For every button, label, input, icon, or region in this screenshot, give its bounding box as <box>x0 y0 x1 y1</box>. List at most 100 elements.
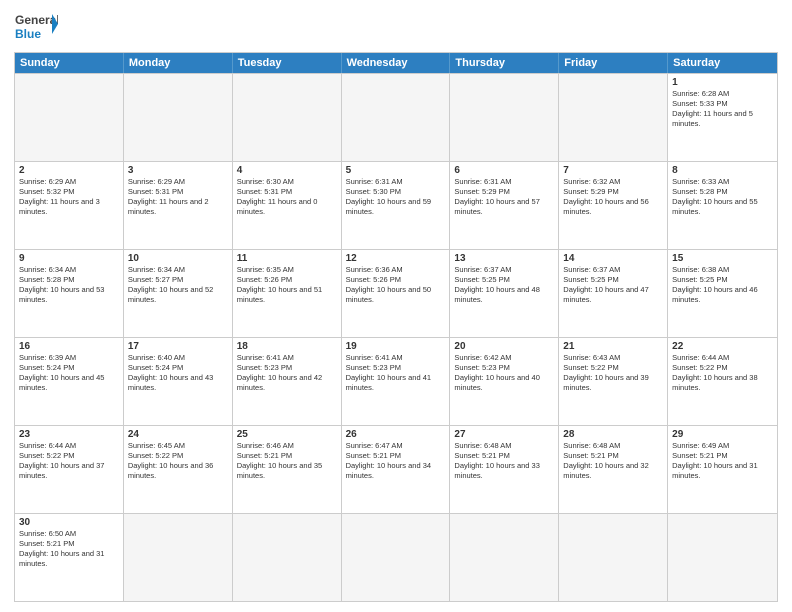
logo-graphic: General Blue <box>14 10 58 46</box>
calendar-cell <box>450 74 559 161</box>
cell-sun-info: Sunrise: 6:29 AMSunset: 5:31 PMDaylight:… <box>128 177 228 218</box>
calendar-cell: 11Sunrise: 6:35 AMSunset: 5:26 PMDayligh… <box>233 250 342 337</box>
cell-sun-info: Sunrise: 6:29 AMSunset: 5:32 PMDaylight:… <box>19 177 119 218</box>
day-number: 17 <box>128 341 228 352</box>
day-number: 9 <box>19 253 119 264</box>
day-header-friday: Friday <box>559 53 668 73</box>
calendar-cell: 25Sunrise: 6:46 AMSunset: 5:21 PMDayligh… <box>233 426 342 513</box>
cell-sun-info: Sunrise: 6:44 AMSunset: 5:22 PMDaylight:… <box>672 353 773 394</box>
day-number: 7 <box>563 165 663 176</box>
calendar-cell: 29Sunrise: 6:49 AMSunset: 5:21 PMDayligh… <box>668 426 777 513</box>
calendar-cell: 23Sunrise: 6:44 AMSunset: 5:22 PMDayligh… <box>15 426 124 513</box>
day-number: 21 <box>563 341 663 352</box>
calendar-cell: 28Sunrise: 6:48 AMSunset: 5:21 PMDayligh… <box>559 426 668 513</box>
day-number: 13 <box>454 253 554 264</box>
calendar-cell: 22Sunrise: 6:44 AMSunset: 5:22 PMDayligh… <box>668 338 777 425</box>
calendar-cell: 1Sunrise: 6:28 AMSunset: 5:33 PMDaylight… <box>668 74 777 161</box>
day-number: 30 <box>19 517 119 528</box>
calendar-cell: 20Sunrise: 6:42 AMSunset: 5:23 PMDayligh… <box>450 338 559 425</box>
day-header-wednesday: Wednesday <box>342 53 451 73</box>
calendar-cell <box>559 74 668 161</box>
calendar-cell: 19Sunrise: 6:41 AMSunset: 5:23 PMDayligh… <box>342 338 451 425</box>
cell-sun-info: Sunrise: 6:45 AMSunset: 5:22 PMDaylight:… <box>128 441 228 482</box>
calendar-cell: 27Sunrise: 6:48 AMSunset: 5:21 PMDayligh… <box>450 426 559 513</box>
calendar-cell <box>450 514 559 601</box>
cell-sun-info: Sunrise: 6:49 AMSunset: 5:21 PMDaylight:… <box>672 441 773 482</box>
cell-sun-info: Sunrise: 6:41 AMSunset: 5:23 PMDaylight:… <box>346 353 446 394</box>
calendar-cell: 17Sunrise: 6:40 AMSunset: 5:24 PMDayligh… <box>124 338 233 425</box>
calendar-cell <box>342 74 451 161</box>
calendar-week-1: 2Sunrise: 6:29 AMSunset: 5:32 PMDaylight… <box>15 161 777 249</box>
calendar-cell: 16Sunrise: 6:39 AMSunset: 5:24 PMDayligh… <box>15 338 124 425</box>
day-number: 15 <box>672 253 773 264</box>
calendar-cell: 7Sunrise: 6:32 AMSunset: 5:29 PMDaylight… <box>559 162 668 249</box>
logo: General Blue <box>14 10 58 46</box>
calendar-week-4: 23Sunrise: 6:44 AMSunset: 5:22 PMDayligh… <box>15 425 777 513</box>
calendar-cell: 6Sunrise: 6:31 AMSunset: 5:29 PMDaylight… <box>450 162 559 249</box>
cell-sun-info: Sunrise: 6:42 AMSunset: 5:23 PMDaylight:… <box>454 353 554 394</box>
cell-sun-info: Sunrise: 6:37 AMSunset: 5:25 PMDaylight:… <box>454 265 554 306</box>
day-header-thursday: Thursday <box>450 53 559 73</box>
cell-sun-info: Sunrise: 6:40 AMSunset: 5:24 PMDaylight:… <box>128 353 228 394</box>
day-number: 11 <box>237 253 337 264</box>
day-number: 18 <box>237 341 337 352</box>
cell-sun-info: Sunrise: 6:30 AMSunset: 5:31 PMDaylight:… <box>237 177 337 218</box>
calendar-cell: 13Sunrise: 6:37 AMSunset: 5:25 PMDayligh… <box>450 250 559 337</box>
cell-sun-info: Sunrise: 6:33 AMSunset: 5:28 PMDaylight:… <box>672 177 773 218</box>
cell-sun-info: Sunrise: 6:50 AMSunset: 5:21 PMDaylight:… <box>19 529 119 570</box>
calendar-cell <box>124 514 233 601</box>
day-number: 3 <box>128 165 228 176</box>
calendar-week-5: 30Sunrise: 6:50 AMSunset: 5:21 PMDayligh… <box>15 513 777 601</box>
cell-sun-info: Sunrise: 6:37 AMSunset: 5:25 PMDaylight:… <box>563 265 663 306</box>
day-number: 26 <box>346 429 446 440</box>
calendar-cell: 21Sunrise: 6:43 AMSunset: 5:22 PMDayligh… <box>559 338 668 425</box>
svg-text:General: General <box>15 13 58 27</box>
cell-sun-info: Sunrise: 6:36 AMSunset: 5:26 PMDaylight:… <box>346 265 446 306</box>
cell-sun-info: Sunrise: 6:43 AMSunset: 5:22 PMDaylight:… <box>563 353 663 394</box>
day-number: 1 <box>672 77 773 88</box>
day-number: 20 <box>454 341 554 352</box>
calendar-cell: 4Sunrise: 6:30 AMSunset: 5:31 PMDaylight… <box>233 162 342 249</box>
cell-sun-info: Sunrise: 6:39 AMSunset: 5:24 PMDaylight:… <box>19 353 119 394</box>
day-number: 27 <box>454 429 554 440</box>
cell-sun-info: Sunrise: 6:32 AMSunset: 5:29 PMDaylight:… <box>563 177 663 218</box>
calendar-cell <box>124 74 233 161</box>
cell-sun-info: Sunrise: 6:31 AMSunset: 5:30 PMDaylight:… <box>346 177 446 218</box>
calendar-cell: 9Sunrise: 6:34 AMSunset: 5:28 PMDaylight… <box>15 250 124 337</box>
day-number: 6 <box>454 165 554 176</box>
calendar-body: 1Sunrise: 6:28 AMSunset: 5:33 PMDaylight… <box>15 73 777 601</box>
header: General Blue <box>14 10 778 46</box>
cell-sun-info: Sunrise: 6:35 AMSunset: 5:26 PMDaylight:… <box>237 265 337 306</box>
cell-sun-info: Sunrise: 6:34 AMSunset: 5:28 PMDaylight:… <box>19 265 119 306</box>
day-header-sunday: Sunday <box>15 53 124 73</box>
cell-sun-info: Sunrise: 6:48 AMSunset: 5:21 PMDaylight:… <box>454 441 554 482</box>
day-number: 12 <box>346 253 446 264</box>
calendar-cell <box>233 514 342 601</box>
calendar: SundayMondayTuesdayWednesdayThursdayFrid… <box>14 52 778 602</box>
calendar-cell: 8Sunrise: 6:33 AMSunset: 5:28 PMDaylight… <box>668 162 777 249</box>
calendar-cell: 15Sunrise: 6:38 AMSunset: 5:25 PMDayligh… <box>668 250 777 337</box>
calendar-cell: 30Sunrise: 6:50 AMSunset: 5:21 PMDayligh… <box>15 514 124 601</box>
day-number: 14 <box>563 253 663 264</box>
day-number: 4 <box>237 165 337 176</box>
calendar-cell: 10Sunrise: 6:34 AMSunset: 5:27 PMDayligh… <box>124 250 233 337</box>
calendar-cell <box>233 74 342 161</box>
cell-sun-info: Sunrise: 6:38 AMSunset: 5:25 PMDaylight:… <box>672 265 773 306</box>
cell-sun-info: Sunrise: 6:44 AMSunset: 5:22 PMDaylight:… <box>19 441 119 482</box>
calendar-cell: 3Sunrise: 6:29 AMSunset: 5:31 PMDaylight… <box>124 162 233 249</box>
cell-sun-info: Sunrise: 6:31 AMSunset: 5:29 PMDaylight:… <box>454 177 554 218</box>
day-number: 2 <box>19 165 119 176</box>
day-number: 19 <box>346 341 446 352</box>
cell-sun-info: Sunrise: 6:46 AMSunset: 5:21 PMDaylight:… <box>237 441 337 482</box>
calendar-cell: 12Sunrise: 6:36 AMSunset: 5:26 PMDayligh… <box>342 250 451 337</box>
calendar-cell: 2Sunrise: 6:29 AMSunset: 5:32 PMDaylight… <box>15 162 124 249</box>
day-header-monday: Monday <box>124 53 233 73</box>
calendar-header-row: SundayMondayTuesdayWednesdayThursdayFrid… <box>15 53 777 73</box>
calendar-week-2: 9Sunrise: 6:34 AMSunset: 5:28 PMDaylight… <box>15 249 777 337</box>
cell-sun-info: Sunrise: 6:48 AMSunset: 5:21 PMDaylight:… <box>563 441 663 482</box>
calendar-cell: 14Sunrise: 6:37 AMSunset: 5:25 PMDayligh… <box>559 250 668 337</box>
day-number: 29 <box>672 429 773 440</box>
day-number: 28 <box>563 429 663 440</box>
day-number: 8 <box>672 165 773 176</box>
day-number: 23 <box>19 429 119 440</box>
